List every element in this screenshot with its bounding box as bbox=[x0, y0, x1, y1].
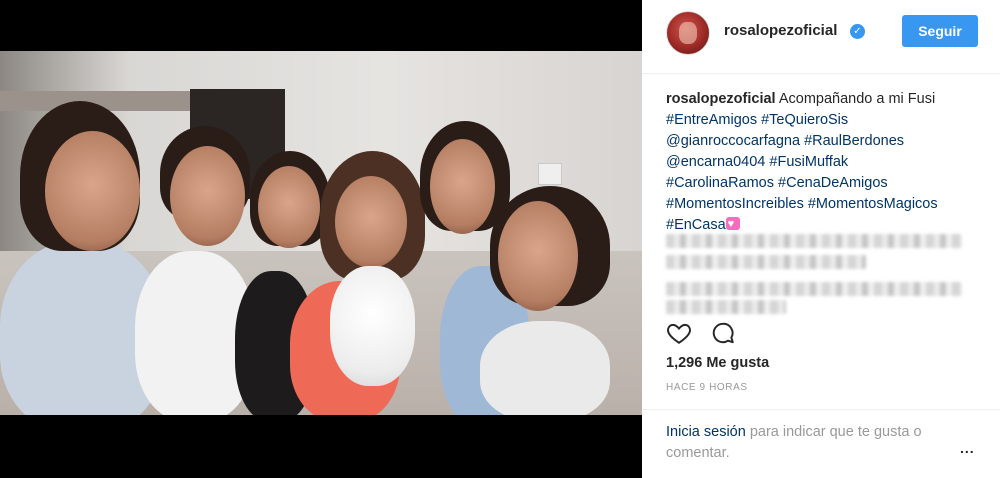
caption-tag[interactable]: #EntreAmigos bbox=[666, 112, 757, 128]
comment-icon[interactable] bbox=[710, 320, 736, 346]
post-timestamp[interactable]: HACE 9 HORAS bbox=[666, 382, 748, 393]
caption-tag[interactable]: #FusiMuffak bbox=[769, 154, 848, 170]
photo-face-3 bbox=[258, 166, 320, 248]
photo-light-switch bbox=[538, 163, 562, 185]
heart-icon[interactable] bbox=[666, 320, 692, 346]
caption-tag[interactable]: #CenaDeAmigos bbox=[778, 175, 888, 191]
photo-face-2 bbox=[170, 146, 245, 246]
caption-tag[interactable]: #TeQuieroSis bbox=[761, 112, 848, 128]
caption-tag[interactable]: #MomentosMagicos bbox=[808, 196, 938, 212]
follow-button[interactable]: Seguir bbox=[902, 15, 978, 47]
post-photo[interactable] bbox=[0, 51, 642, 415]
caption-tag[interactable]: #MomentosIncreibles bbox=[666, 196, 804, 212]
post-header: rosalopezoficial ✓ Seguir bbox=[642, 0, 1000, 74]
avatar[interactable] bbox=[666, 11, 710, 55]
blurred-comment bbox=[666, 234, 962, 248]
media-pane bbox=[0, 0, 642, 478]
caption-text: Acompañando a mi Fusi bbox=[778, 91, 936, 107]
caption-author[interactable]: rosalopezoficial bbox=[666, 91, 776, 107]
header-username[interactable]: rosalopezoficial bbox=[724, 22, 837, 39]
photo-person-6 bbox=[480, 321, 610, 415]
verified-icon: ✓ bbox=[850, 24, 865, 39]
login-link[interactable]: Inicia sesión bbox=[666, 424, 746, 440]
blurred-comment bbox=[666, 282, 962, 296]
caption-tag[interactable]: #EnCasa bbox=[666, 217, 726, 233]
photo-face-1 bbox=[45, 131, 140, 251]
photo-face-5 bbox=[430, 139, 495, 234]
caption-mention[interactable]: @encarna0404 bbox=[666, 154, 765, 170]
caption-tag[interactable]: #RaulBerdones bbox=[804, 133, 904, 149]
likes-count[interactable]: 1,296 Me gusta bbox=[666, 355, 769, 371]
photo-face-6 bbox=[498, 201, 578, 311]
caption-tag[interactable]: #CarolinaRamos bbox=[666, 175, 774, 191]
blurred-comment bbox=[666, 255, 866, 269]
more-icon[interactable]: ... bbox=[960, 440, 975, 456]
photo-face-4 bbox=[335, 176, 407, 268]
photo-dog bbox=[330, 266, 415, 386]
heart-emoji-icon bbox=[725, 214, 740, 235]
login-prompt: Inicia sesión para indicar que te gusta … bbox=[666, 422, 966, 464]
caption-mention[interactable]: @gianroccocarfagna bbox=[666, 133, 800, 149]
blurred-comment bbox=[666, 300, 786, 314]
post-caption: rosalopezoficial Acompañando a mi Fusi #… bbox=[666, 89, 986, 236]
login-bar: Inicia sesión para indicar que te gusta … bbox=[642, 409, 1000, 478]
post-side-panel: rosalopezoficial ✓ Seguir rosalopezofici… bbox=[642, 0, 1000, 478]
